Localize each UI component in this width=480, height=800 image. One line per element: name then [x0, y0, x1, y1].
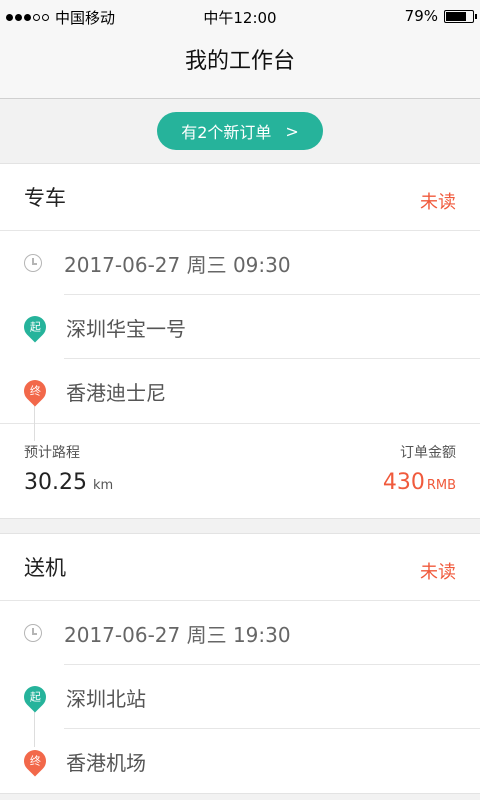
- order-datetime: 2017-06-27 周三 09:30: [64, 252, 291, 277]
- distance-value: 30.25: [24, 470, 87, 495]
- order-header: 专车 未读: [0, 164, 480, 231]
- end-pin-icon: 终: [19, 745, 51, 777]
- order-header: 送机 未读: [0, 534, 480, 601]
- start-pin-icon: 起: [19, 311, 51, 343]
- battery-icon: [444, 9, 477, 23]
- clock-icon: [24, 254, 42, 272]
- new-order-banner: 有2个新订单 >: [0, 99, 480, 163]
- chevron-right-icon: >: [285, 121, 299, 141]
- amount-value: 430: [382, 470, 425, 495]
- end-location-row: 终 香港迪士尼: [0, 359, 480, 423]
- clock-icon: [24, 624, 42, 642]
- order-stats: 预计路程 30.25 km 订单金额 430 RMB: [0, 423, 480, 518]
- order-card[interactable]: 专车 未读 2017-06-27 周三 09:30 起 深圳华宝一号 终 香港迪…: [0, 163, 480, 519]
- page-title: 我的工作台: [184, 49, 295, 74]
- distance-label: 预计路程: [24, 445, 80, 461]
- end-location: 香港机场: [66, 750, 146, 775]
- end-pin-icon: 终: [19, 375, 51, 407]
- start-location: 深圳北站: [66, 686, 146, 711]
- start-pin-icon: 起: [19, 681, 51, 713]
- end-location: 香港迪士尼: [66, 380, 166, 405]
- amount-unit: RMB: [426, 478, 456, 493]
- order-card[interactable]: 送机 未读 2017-06-27 周三 19:30 起 深圳北站 终 香港机场: [0, 533, 480, 794]
- status-badge: 未读: [420, 562, 456, 583]
- battery-info: 79%: [404, 7, 477, 25]
- amount-stat: 订单金额 430 RMB: [383, 424, 456, 518]
- battery-percent: 79%: [404, 7, 438, 25]
- start-location: 深圳华宝一号: [66, 316, 186, 341]
- new-orders-button[interactable]: 有2个新订单 >: [157, 112, 323, 150]
- nav-bar: 我的工作台: [0, 34, 480, 99]
- status-badge: 未读: [420, 192, 456, 213]
- start-location-row: 起 深圳北站: [0, 665, 480, 729]
- order-time-row: 2017-06-27 周三 19:30: [0, 601, 480, 665]
- status-bar: 中国移动 中午12:00 79%: [0, 0, 480, 34]
- distance-unit: km: [92, 478, 114, 493]
- start-location-row: 起 深圳华宝一号: [0, 295, 480, 359]
- order-time-row: 2017-06-27 周三 09:30: [0, 231, 480, 295]
- new-orders-label: 有2个新订单: [181, 123, 272, 142]
- end-location-row: 终 香港机场: [0, 729, 480, 793]
- order-datetime: 2017-06-27 周三 19:30: [64, 622, 291, 647]
- distance-stat: 预计路程 30.25 km: [24, 424, 113, 518]
- amount-label: 订单金额: [400, 445, 456, 461]
- order-type: 送机: [24, 556, 66, 580]
- order-type: 专车: [24, 186, 66, 210]
